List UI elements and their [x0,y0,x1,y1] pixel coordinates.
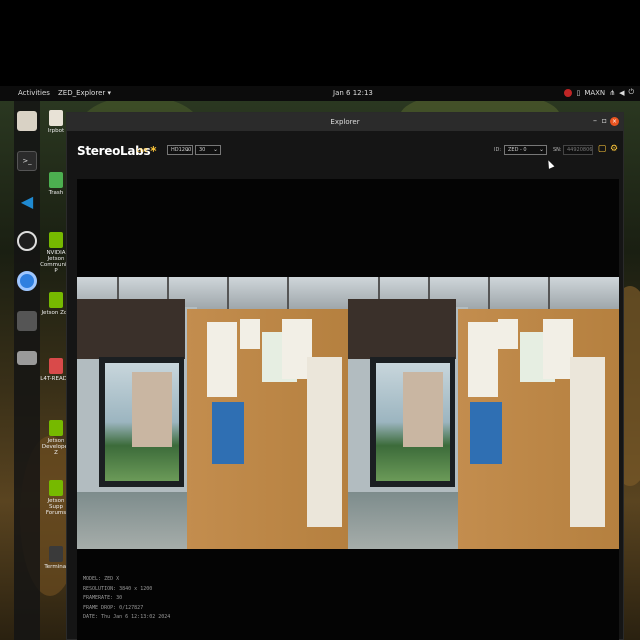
top-bar: Activities ZED_Explorer ▾ Jan 6 12:13 ▯ … [0,86,640,101]
trash-icon [49,172,63,188]
network-icon[interactable]: ⋔ [609,89,615,97]
nvidia-link-icon [49,480,63,496]
live-indicator: LIVE [137,148,148,154]
app-icon[interactable] [17,311,37,331]
camera-id-value: ZED - 0 [508,147,527,153]
close-button[interactable]: × [610,117,619,126]
id-label: ID: [494,147,502,153]
nvidia-link-icon [49,232,63,248]
power-mode-label[interactable]: MAXN [584,89,605,97]
resolution-select[interactable]: HD1200 ⌄ [167,145,193,155]
activities-button[interactable]: Activities [18,89,50,97]
info-model: MODEL: ZED X [83,576,120,582]
drive-icon[interactable] [17,351,37,365]
volume-icon[interactable]: ◀ [619,89,624,97]
explorer-window: Explorer – ▫ × StereoLabs* LIVE HD1200 ⌄… [66,112,624,640]
camera-icon[interactable]: ▢ [597,144,607,154]
left-camera-image [77,277,348,549]
desktop-icon-label: Trash [48,190,64,196]
vscode-icon[interactable]: ◀ [17,191,37,211]
stereo-image-pair [77,277,619,549]
clock[interactable]: Jan 6 12:13 [333,89,373,97]
files-icon[interactable] [17,111,37,131]
desktop-icon-label: Terminal [44,564,68,570]
chevron-down-icon: ⌄ [538,146,544,153]
desktop-icon-label: lrpbot [47,128,65,134]
folder-icon [49,358,63,374]
terminal-icon [49,546,63,562]
terminal-icon[interactable]: >_ [17,151,37,171]
fps-select[interactable]: 30 ⌄ [195,145,221,155]
serial-number-value: 44920806 [567,147,593,153]
window-title: Explorer [330,118,360,126]
chevron-down-icon: ⌄ [184,146,190,153]
camera-info-overlay: MODEL: ZED X RESOLUTION: 3840 x 1200 FRA… [83,575,170,623]
info-date: DATE: Thu Jan 6 12:13:02 2024 [83,614,171,620]
nvidia-link-icon [49,292,63,308]
chromium-icon[interactable] [17,271,37,291]
serial-number-field: 44920806 [563,145,593,155]
settings-gear-icon[interactable]: ⚙ [609,144,619,154]
sn-label: SN: [553,147,562,153]
screen: Activities ZED_Explorer ▾ Jan 6 12:13 ▯ … [0,0,640,640]
camera-id-select[interactable]: ZED - 0 ⌄ [504,145,547,155]
minimize-button[interactable]: – [593,117,597,125]
nvidia-link-icon [49,420,63,436]
app-menu[interactable]: ZED_Explorer ▾ [58,89,111,97]
desktop-icon-label: Jetson Supp Forums [45,498,67,516]
power-icon[interactable]: ⏻ [628,88,634,97]
explorer-toolbar: StereoLabs* LIVE HD1200 ⌄ 30 ⌄ ID: ZED -… [67,131,623,173]
clipboard-icon[interactable]: ▯ [576,89,580,97]
camera-view: MODEL: ZED X RESOLUTION: 3840 x 1200 FRA… [77,179,619,640]
nvidia-icon[interactable] [564,88,573,97]
maximize-button[interactable]: ▫ [602,117,607,125]
info-frame-drop: FRAME DROP: 0/127827 [83,604,144,611]
window-titlebar[interactable]: Explorer – ▫ × [67,113,623,131]
fps-value: 30 [199,147,206,153]
system-tray[interactable]: ▯ MAXN ⋔ ◀ ⏻ [564,88,634,97]
chevron-down-icon: ⌄ [212,146,218,153]
obs-icon[interactable] [17,231,37,251]
right-camera-image [348,277,619,549]
info-framerate: FRAMERATE: 30 [83,595,123,601]
dock: >_ ◀ [14,101,40,640]
info-resolution: RESOLUTION: 3840 x 1200 [83,585,153,592]
home-folder-icon [49,110,63,126]
